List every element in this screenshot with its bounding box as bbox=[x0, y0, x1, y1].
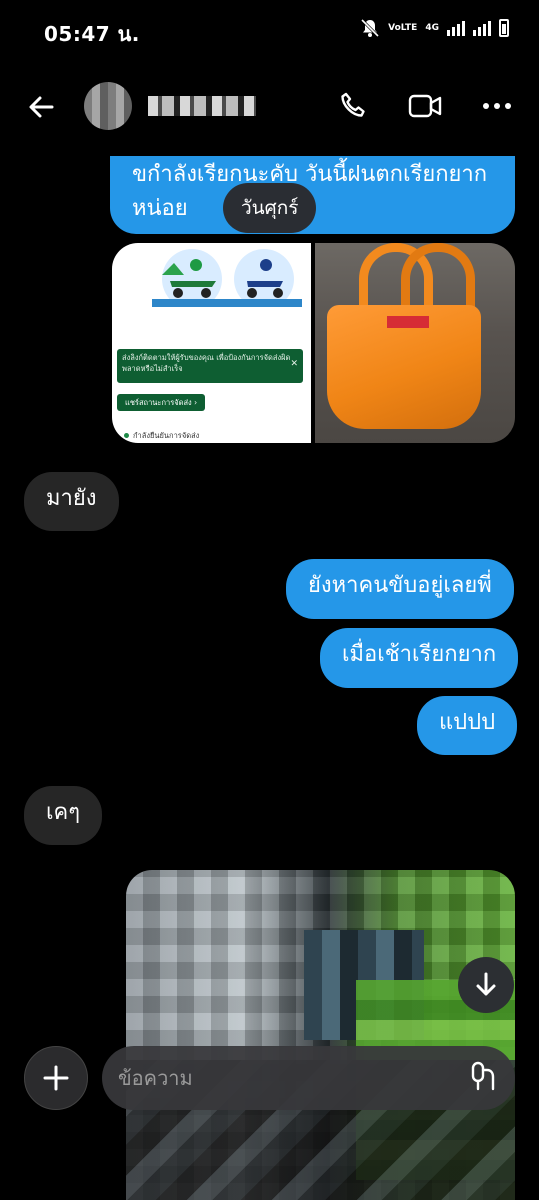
add-attachment-button[interactable] bbox=[24, 1046, 88, 1110]
orange-bag-photo[interactable] bbox=[315, 243, 515, 443]
bag-tag bbox=[387, 316, 429, 328]
phone-call-icon[interactable] bbox=[338, 91, 368, 121]
chat-header bbox=[0, 78, 539, 138]
status-time: 05:47 น. bbox=[44, 22, 140, 46]
scroll-to-bottom-button[interactable] bbox=[458, 957, 514, 1013]
status-bar: 05:47 น. VoLTE 4G bbox=[0, 0, 539, 60]
volte-label: VoLTE bbox=[388, 22, 418, 33]
muted-bell-icon bbox=[361, 18, 380, 38]
share-status-label: แชร์สถานะการจัดส่ง bbox=[125, 398, 192, 407]
share-status-button: แชร์สถานะการจัดส่ง › bbox=[117, 394, 206, 411]
tracking-banner: ส่งลิงก์ติดตามให้ผู้รับของคุณ เพื่อป้องก… bbox=[117, 349, 303, 383]
message-input[interactable]: ข้อความ bbox=[102, 1046, 515, 1110]
arrow-down-icon bbox=[476, 972, 496, 996]
video-call-icon[interactable] bbox=[408, 92, 442, 120]
contact-avatar[interactable] bbox=[84, 82, 132, 130]
status-icons: VoLTE 4G bbox=[360, 18, 509, 38]
signal-strength-icon-2 bbox=[473, 20, 491, 36]
shared-photo[interactable] bbox=[126, 870, 515, 1200]
date-separator: วันศุกร์ bbox=[223, 183, 317, 233]
outgoing-message[interactable]: เมื่อเช้าเรียกยาก bbox=[320, 628, 519, 688]
plus-icon bbox=[43, 1065, 69, 1091]
tracking-banner-text: ส่งลิงก์ติดตามให้ผู้รับของคุณ เพื่อป้องก… bbox=[122, 353, 291, 373]
outgoing-message[interactable]: ยังหาคนขับอยู่เลยพี่ bbox=[286, 559, 514, 619]
battery-icon bbox=[499, 19, 509, 37]
more-options-icon[interactable] bbox=[482, 94, 512, 118]
outgoing-message[interactable]: แปปป bbox=[417, 696, 518, 755]
back-arrow-icon[interactable] bbox=[26, 92, 56, 122]
delivery-illustration bbox=[152, 249, 302, 307]
incoming-message[interactable]: มายัง bbox=[24, 472, 119, 531]
voice-message-icon[interactable] bbox=[468, 1060, 498, 1094]
delivery-status-text: กำลังยืนยันการจัดส่ง bbox=[124, 430, 199, 442]
signal-strength-icon bbox=[447, 20, 465, 36]
shared-images[interactable]: ส่งลิงก์ติดตามให้ผู้รับของคุณ เพื่อป้องก… bbox=[112, 243, 515, 443]
app-screenshot-image[interactable]: ส่งลิงก์ติดตามให้ผู้รับของคุณ เพื่อป้องก… bbox=[112, 243, 311, 443]
network-type-label: 4G bbox=[425, 22, 439, 33]
contact-name[interactable] bbox=[148, 96, 256, 116]
close-icon: ✕ bbox=[290, 359, 298, 369]
incoming-message[interactable]: เคๆ bbox=[24, 786, 103, 845]
